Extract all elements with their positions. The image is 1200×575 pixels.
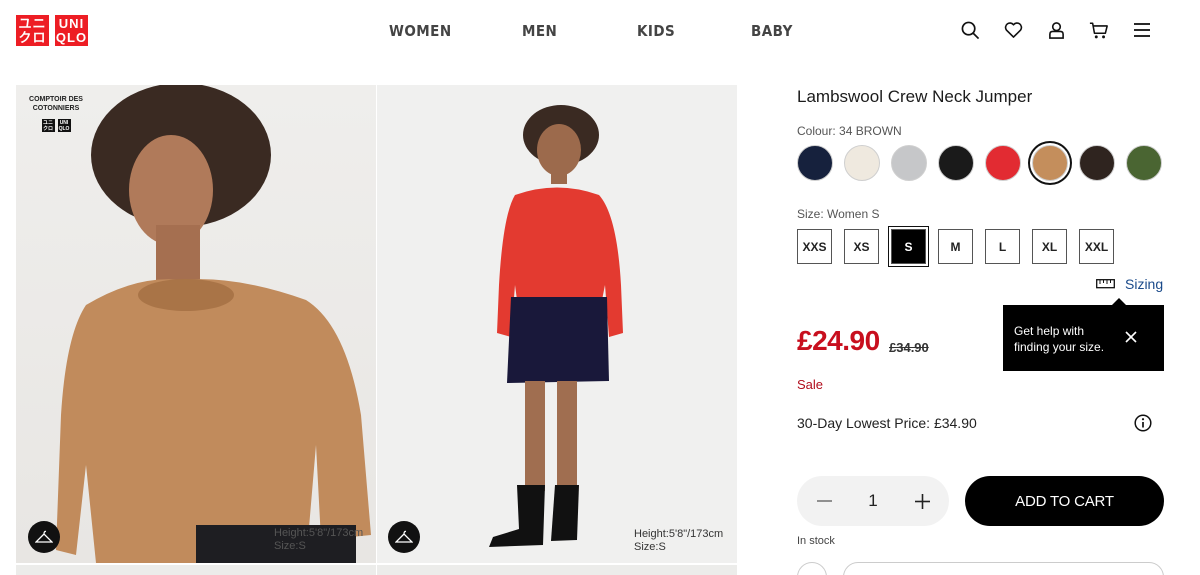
sizing-link-label: Sizing bbox=[1125, 276, 1164, 292]
menu-icon[interactable] bbox=[1132, 20, 1152, 40]
swatch-off-white[interactable] bbox=[844, 145, 880, 181]
nav-baby[interactable]: BABY bbox=[751, 22, 793, 40]
add-to-cart-button[interactable]: ADD TO CART bbox=[965, 476, 1164, 526]
nav-men[interactable]: MEN bbox=[522, 22, 557, 40]
swatch-navy[interactable] bbox=[797, 145, 833, 181]
size-xxs[interactable]: XXS bbox=[797, 229, 832, 264]
model-caption-right: Height:5'8"/173cm Size:S bbox=[634, 528, 723, 554]
store-pickup-icon[interactable] bbox=[797, 562, 827, 575]
size-xxl[interactable]: XXL bbox=[1079, 229, 1114, 264]
next-image-row bbox=[377, 565, 737, 575]
size-xs[interactable]: XS bbox=[844, 229, 879, 264]
tooltip-line: finding your size. bbox=[1014, 340, 1105, 354]
tooltip-line: Get help with bbox=[1014, 324, 1085, 338]
model-height: Height:5'8"/173cm bbox=[274, 527, 364, 539]
model-size: Size:S bbox=[274, 540, 306, 552]
wishlist-button[interactable] bbox=[843, 562, 1164, 575]
nav-women[interactable]: WOMEN bbox=[389, 22, 452, 40]
heart-icon[interactable] bbox=[1003, 20, 1023, 40]
size-l[interactable]: L bbox=[985, 229, 1020, 264]
cart-icon[interactable] bbox=[1089, 20, 1109, 40]
header-icons bbox=[960, 20, 1152, 40]
swatch-olive[interactable] bbox=[1126, 145, 1162, 181]
comptoir-badge-text: COMPTOIR DES COTONNIERS bbox=[29, 96, 83, 112]
size-label: Size: Women S bbox=[797, 207, 880, 221]
size-selector: XXS XS S M L XL XXL bbox=[797, 229, 1114, 264]
lowest-price-note: 30-Day Lowest Price: £34.90 bbox=[797, 415, 977, 431]
swatch-brown[interactable] bbox=[1032, 145, 1068, 181]
sale-price: £24.90 bbox=[797, 325, 880, 356]
quantity-value[interactable]: 1 bbox=[868, 491, 877, 511]
nav-kids[interactable]: KIDS bbox=[637, 22, 675, 40]
ruler-icon bbox=[1096, 276, 1115, 292]
search-icon[interactable] bbox=[960, 20, 980, 40]
colour-swatches bbox=[797, 145, 1162, 181]
size-m[interactable]: M bbox=[938, 229, 973, 264]
model-caption-left: Height:5'8"/173cm Size:S bbox=[274, 527, 363, 553]
swatch-red[interactable] bbox=[985, 145, 1021, 181]
original-price: £34.90 bbox=[889, 340, 929, 355]
account-icon[interactable] bbox=[1046, 20, 1066, 40]
next-image-row bbox=[16, 565, 376, 575]
hanger-icon[interactable] bbox=[28, 521, 60, 553]
model-brown-illustration bbox=[56, 85, 371, 563]
plus-icon[interactable] bbox=[913, 492, 931, 510]
sale-badge: Sale bbox=[797, 377, 824, 392]
model-red-illustration bbox=[489, 105, 623, 547]
colour-label: Colour: 34 BROWN bbox=[797, 124, 902, 138]
comptoir-badge: COMPTOIR DES COTONNIERS ユニ クロ UNI QLO bbox=[26, 95, 86, 132]
info-icon[interactable] bbox=[1134, 414, 1152, 432]
product-title: Lambswool Crew Neck Jumper bbox=[797, 87, 1033, 106]
swatch-black[interactable] bbox=[938, 145, 974, 181]
swatch-grey[interactable] bbox=[891, 145, 927, 181]
product-image-brown[interactable]: COMPTOIR DES COTONNIERS ユニ クロ UNI QLO Heigh… bbox=[16, 85, 376, 563]
minus-icon[interactable] bbox=[815, 492, 833, 510]
swatch-dark-brown[interactable] bbox=[1079, 145, 1115, 181]
stock-status: In stock bbox=[797, 535, 835, 547]
hanger-icon[interactable] bbox=[388, 521, 420, 553]
product-image-red[interactable]: Height:5'8"/173cm Size:S bbox=[377, 85, 737, 563]
sizing-link[interactable]: Sizing bbox=[1096, 276, 1163, 292]
model-size: Size:S bbox=[634, 541, 666, 553]
size-help-tooltip: Get help with finding your size. bbox=[1003, 298, 1164, 371]
size-xl[interactable]: XL bbox=[1032, 229, 1067, 264]
size-s[interactable]: S bbox=[891, 229, 926, 264]
mini-logo: ユニ クロ UNI QLO bbox=[41, 119, 71, 132]
close-icon[interactable] bbox=[1124, 330, 1140, 346]
quantity-stepper: 1 bbox=[797, 476, 949, 526]
model-height: Height:5'8"/173cm bbox=[634, 528, 724, 540]
